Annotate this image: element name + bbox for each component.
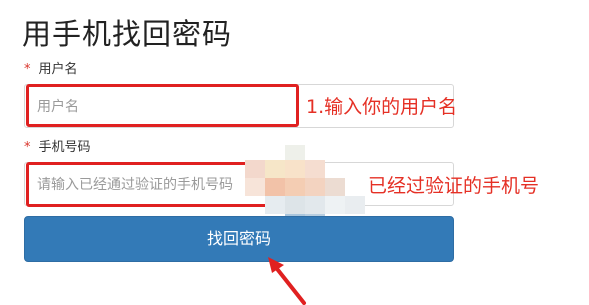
username-label: * 用户名 <box>24 62 78 78</box>
username-highlight-box <box>26 84 299 127</box>
find-password-button[interactable]: 找回密码 <box>24 216 454 262</box>
required-mark: * <box>24 140 31 155</box>
annotation-step1: 1.输入你的用户名 <box>306 96 458 118</box>
blurred-redaction <box>245 145 385 232</box>
phone-label-text: 手机号码 <box>38 140 91 155</box>
pointer-arrow-icon <box>268 257 306 305</box>
phone-highlight-box <box>26 162 276 207</box>
username-label-text: 用户名 <box>38 62 78 77</box>
phone-label: * 手机号码 <box>24 140 91 156</box>
annotation-step2: 已经过验证的手机号 <box>368 175 540 197</box>
page-title: 用手机找回密码 <box>22 17 233 51</box>
required-mark: * <box>24 62 31 77</box>
